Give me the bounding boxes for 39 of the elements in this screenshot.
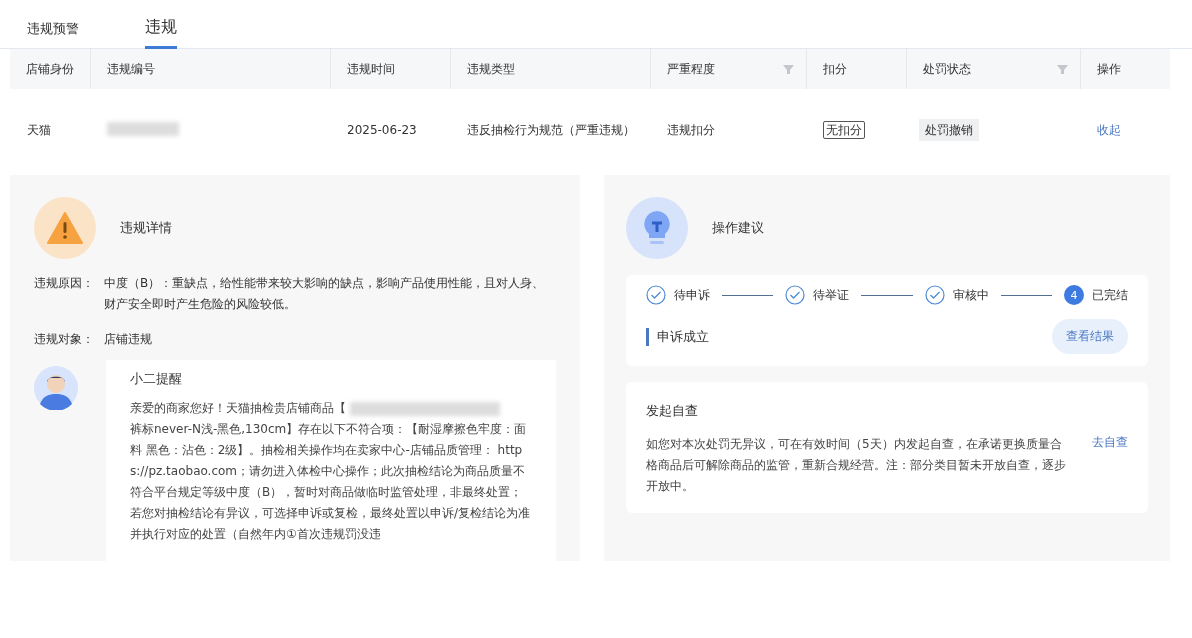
step-label: 审核中: [952, 286, 989, 304]
notice-title: 小二提醒: [130, 370, 183, 388]
avatar-icon: [34, 366, 78, 410]
step-label: 待申诉: [674, 286, 710, 304]
status-tag: 处罚撤销: [919, 118, 979, 141]
collapse-link[interactable]: 收起: [1097, 122, 1121, 137]
panel-title: 违规详情: [120, 219, 172, 237]
column-header: 违规编号: [107, 60, 155, 78]
card-text: 如您对本次处罚无异议，可在有效时间（5天）内发起自查，在承诺更换质量合格商品后可解除商品的监管，重新合规经营。注：部分类目暂未开放自查，逐步开放中。: [646, 436, 1066, 495]
filter-icon[interactable]: [783, 63, 794, 75]
tab[interactable]: 违规预警: [27, 20, 79, 49]
panel-title: 操作建议: [712, 219, 764, 237]
redacted-block: [107, 121, 179, 136]
points-tag: 无扣分: [823, 120, 865, 139]
column-header: 处罚状态: [923, 60, 971, 78]
column-header: 违规时间: [347, 60, 395, 78]
table-cell: 违规扣分: [667, 122, 715, 137]
step-label: 待举证: [813, 286, 850, 304]
field-label: 违规原因：: [34, 275, 95, 292]
step-number: 4: [1064, 285, 1084, 305]
view-result-button[interactable]: 查看结果: [1052, 319, 1128, 354]
column-header: 操作: [1097, 60, 1121, 78]
column-header: 违规类型: [467, 60, 515, 78]
column-header: 店铺身份: [26, 60, 74, 78]
column-header: 严重程度: [667, 60, 715, 78]
step-label: 已完结: [1092, 286, 1128, 304]
table-cell: 天猫: [27, 122, 51, 137]
notice-text: 裤标never-N浅-黑色,130cm】存在以下不符合项：【耐湿摩擦色牢度：面料 黑色：沾色：2级】。抽检相关操作均在卖家中心-店铺品质管理： https://pz.taobao.com；请勿进入体检中心操作；此次抽检结论为商品质量不符合平台规定等级中度（B），暂时对商品做临时监管处理，非最终处置；若您对抽检结论有异议，可选择申诉或复检，最终处置以申诉/复检结论为准并执行对应的处置（自然年内①首次违规罚没违: [130, 421, 532, 543]
filter-icon[interactable]: [1057, 63, 1068, 75]
table-cell: 2025-06-23: [347, 123, 417, 137]
column-header: 扣分: [823, 60, 847, 78]
field-value: 中度（B）：重缺点，给性能带来较大影响的缺点，影响产品使用性能，且对人身、财产安全即时产生危险的风险较低。: [104, 275, 546, 313]
self-check-link[interactable]: 去自查: [1092, 434, 1128, 451]
field-label: 违规对象：: [34, 331, 95, 348]
result-label: 申诉成立: [646, 327, 709, 346]
card-title: 发起自查: [646, 402, 699, 420]
field-value: 店铺违规: [104, 331, 153, 348]
table-cell: 违反抽检行为规范（严重违规）: [467, 122, 635, 137]
notice-text: 亲爱的商家您好！天猫抽检贵店铺商品【: [130, 400, 346, 417]
